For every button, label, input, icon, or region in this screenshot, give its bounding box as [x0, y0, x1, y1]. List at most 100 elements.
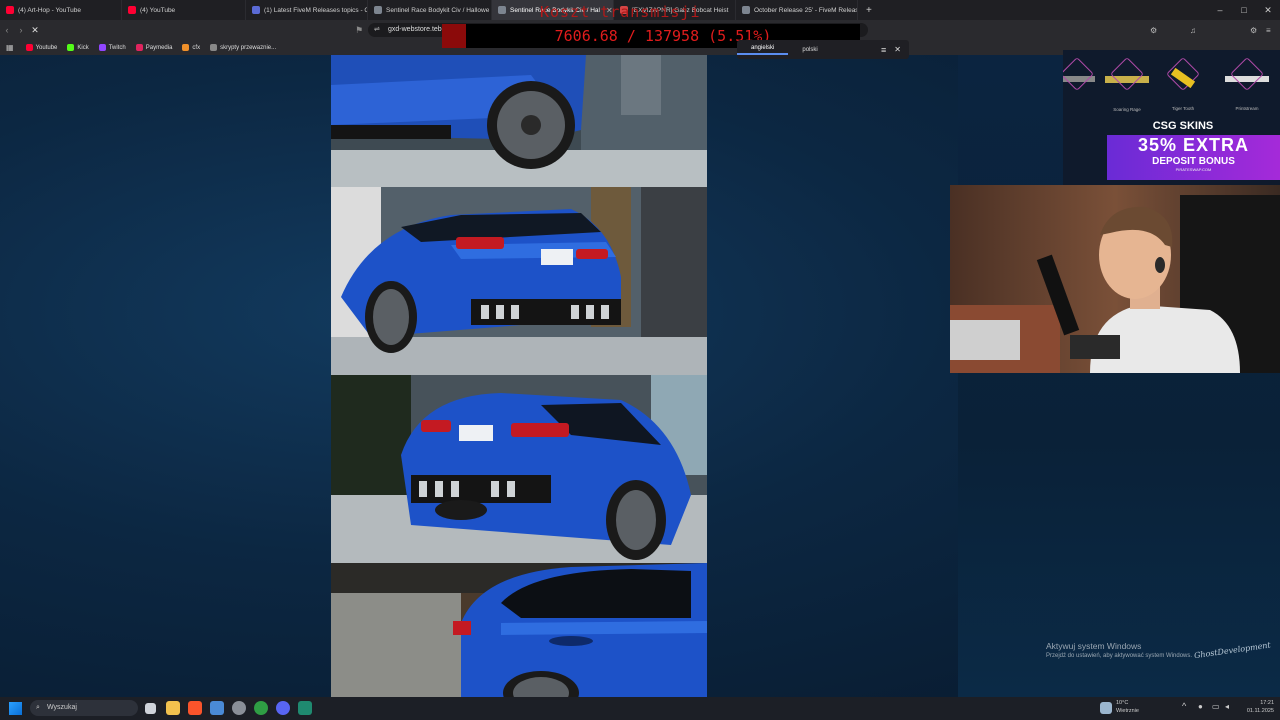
- task-view-icon[interactable]: [145, 703, 156, 714]
- tab-favicon-icon: [374, 6, 382, 14]
- browser-tab[interactable]: (4) YouTube: [122, 0, 246, 20]
- ad-subline: DEPOSIT BONUS: [1152, 156, 1235, 167]
- ad-item-label: Tiger Tooth: [1171, 106, 1195, 111]
- webcam-overlay: [950, 185, 1280, 373]
- bookmark-favicon-icon: [182, 44, 190, 51]
- discord-icon[interactable]: [276, 701, 290, 715]
- tab-label: Sentinel Race Bodykit Civ / Hallowe: [386, 6, 490, 14]
- car-image-1[interactable]: [331, 55, 707, 187]
- close-window-button[interactable]: ✕: [1256, 0, 1280, 20]
- bookmark-favicon-icon: [25, 44, 33, 51]
- clock[interactable]: 17:21 01.11.2025: [1240, 700, 1274, 718]
- tab-favicon-icon: [742, 6, 750, 14]
- tab-label: (4) Art-Hop - YouTube: [18, 6, 81, 14]
- bookmark-label: Twitch: [108, 44, 126, 51]
- browser-tab[interactable]: (4) Art-Hop - YouTube: [0, 0, 122, 20]
- browser-tab[interactable]: (1) Latest FiveM Releases topics - Cfx: [246, 0, 368, 20]
- hex-frame-icon: [1110, 57, 1144, 91]
- ad-skin-item: Printstream: [1223, 56, 1271, 111]
- forward-icon[interactable]: ›: [14, 25, 28, 35]
- bookmark-favicon-icon: [135, 44, 143, 51]
- tab-label: October Release 25' - FiveM Release: [754, 6, 858, 14]
- windows-taskbar: ⌕ Wyszukaj 10°C Wietrznie ^ ● ▭ ◂ 17:21 …: [0, 697, 1280, 720]
- search-placeholder: Wyszukaj: [47, 704, 77, 711]
- menu-icon[interactable]: ≡: [1266, 26, 1271, 35]
- bookmark-favicon-icon: [98, 44, 106, 51]
- ad-item-label: Soaring Rage: [1113, 107, 1141, 112]
- ad-skin-item: Soaring Rage: [1103, 56, 1151, 112]
- terminal-icon[interactable]: [298, 701, 312, 715]
- hex-frame-icon: [1230, 57, 1264, 91]
- windows-start-icon[interactable]: [9, 702, 22, 715]
- back-icon[interactable]: ‹: [0, 25, 14, 35]
- bookmark-item[interactable]: Youtube: [25, 44, 58, 51]
- tray-chevron-icon[interactable]: ^: [1182, 701, 1186, 711]
- car-image-2[interactable]: [331, 187, 707, 375]
- activation-title: Aktywuj system Windows: [1046, 641, 1142, 651]
- bookmark-item[interactable]: Paymedia: [135, 44, 173, 51]
- ad-headline: 35% EXTRA: [1137, 135, 1250, 155]
- stop-loading-icon[interactable]: ✕: [28, 25, 42, 36]
- clock-time: 17:21: [1260, 700, 1274, 706]
- extensions-icon[interactable]: ⚙: [1150, 26, 1157, 35]
- url-text: gxd-webstore.tebex: [388, 26, 450, 33]
- car-image-3[interactable]: [331, 375, 707, 563]
- stream-cost-title: Koszt transmisji: [540, 3, 701, 21]
- clock-date: 01.11.2025: [1246, 707, 1274, 714]
- bookmark-label: Youtube: [35, 44, 58, 51]
- file-explorer-icon[interactable]: [166, 701, 180, 715]
- weather-temp: 10°C: [1116, 700, 1129, 706]
- bookmark-label: cfx: [192, 44, 201, 51]
- ad-brand: CSG SKINS: [1152, 120, 1214, 132]
- browser-tab[interactable]: Sentinel Race Bodykit Civ / Hallowe: [368, 0, 492, 20]
- bookmark-item[interactable]: skrypty przewaznie...: [210, 44, 276, 51]
- settings-icon[interactable]: [232, 701, 246, 715]
- translate-popup: angielski polski ≡ ✕: [737, 40, 909, 59]
- bookmark-label: Paymedia: [145, 44, 173, 51]
- tab-favicon-icon: [128, 6, 136, 14]
- ad-banner: 35% EXTRA DEPOSIT BONUS PIRATESWAP.COM: [1107, 135, 1280, 180]
- tab-favicon-icon: [252, 6, 260, 14]
- browser-tab[interactable]: October Release 25' - FiveM Release: [736, 0, 858, 20]
- translate-menu-icon[interactable]: ≡: [875, 45, 892, 55]
- translate-option-english[interactable]: angielski: [737, 45, 789, 55]
- translate-option-polish[interactable]: polski: [788, 47, 831, 53]
- volume-icon[interactable]: ◂: [1225, 702, 1229, 711]
- brave-browser-icon[interactable]: [188, 701, 202, 715]
- notepad-icon[interactable]: [210, 701, 224, 715]
- chrome-icon[interactable]: [254, 701, 268, 715]
- new-tab-icon[interactable]: +: [858, 5, 880, 16]
- tab-label: (1) Latest FiveM Releases topics - Cfx: [264, 6, 368, 14]
- tab-favicon-icon: [6, 6, 14, 14]
- search-icon: ⌕: [36, 704, 40, 711]
- car-image-4[interactable]: [331, 563, 707, 697]
- bookmark-item[interactable]: Twitch: [98, 44, 126, 51]
- minimize-button[interactable]: –: [1208, 0, 1232, 20]
- ad-site: PIRATESWAP.COM: [1175, 167, 1212, 172]
- apps-grid-icon[interactable]: ▦: [6, 43, 14, 52]
- maximize-button[interactable]: □: [1232, 0, 1256, 20]
- hex-frame-icon: [1063, 57, 1094, 91]
- csgskins-ad[interactable]: Soaring Rage Tiger Tooth Printstream CSG…: [1063, 50, 1280, 185]
- settings-icon[interactable]: ⚙: [1250, 26, 1257, 35]
- music-icon[interactable]: ♫: [1190, 26, 1196, 35]
- bookmark-favicon-icon: [67, 44, 75, 51]
- bookmark-star-icon[interactable]: ⚑: [352, 25, 366, 36]
- taskbar-search-input[interactable]: ⌕ Wyszukaj: [30, 700, 138, 716]
- translate-close-icon[interactable]: ✕: [892, 45, 909, 54]
- window-controls: – □ ✕: [1208, 0, 1280, 20]
- network-icon[interactable]: ▭: [1212, 702, 1220, 711]
- tab-label: (4) YouTube: [140, 6, 176, 14]
- bookmark-item[interactable]: cfx: [182, 44, 200, 51]
- bookmark-item[interactable]: Kick: [67, 44, 89, 51]
- tab-favicon-icon: [498, 6, 506, 14]
- site-info-icon[interactable]: ⇌: [374, 23, 380, 37]
- ad-item-label: Printstream: [1235, 106, 1259, 111]
- ad-skin-item: [1063, 56, 1101, 106]
- weather-widget[interactable]: 10°C Wietrznie: [1116, 700, 1139, 718]
- ad-skin-item: Tiger Tooth: [1159, 56, 1207, 111]
- weather-icon[interactable]: [1100, 702, 1112, 714]
- product-image-gallery: [331, 55, 707, 697]
- windows-activation-notice: Aktywuj system Windows Przejdź do ustawi…: [1046, 641, 1192, 659]
- microphone-icon[interactable]: ●: [1198, 702, 1203, 711]
